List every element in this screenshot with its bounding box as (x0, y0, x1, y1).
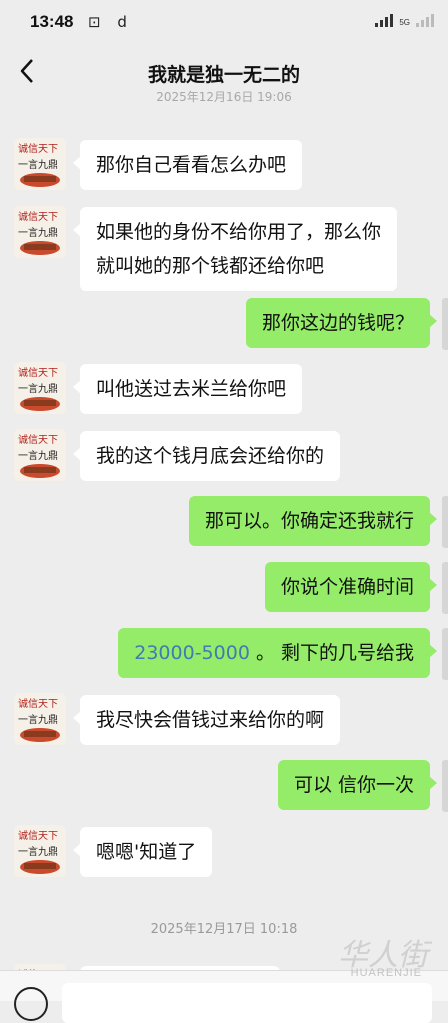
avatar[interactable]: 诚信天下 一言九鼎 (14, 429, 66, 481)
message-bubble[interactable]: 我尽快会借钱过来给你的啊 (72, 695, 341, 745)
message-bubble[interactable]: 你说个准确时间 (264, 562, 438, 612)
message-bubble[interactable]: 可以 信你一次 (277, 760, 438, 810)
svg-text:一言九鼎: 一言九鼎 (18, 845, 58, 858)
my-avatar[interactable] (442, 760, 448, 812)
message-list: 诚信天下 一言九鼎 那你自己看看怎么办吧 诚信天下 一言九鼎 如果他的身份不给你用了… (0, 0, 448, 1000)
avatar[interactable]: 诚信天下 一言九鼎 (14, 206, 66, 258)
message-line: 如果他的身份不给你用了，那么你 (96, 221, 382, 243)
message-line: 就叫她的那个钱都还给你吧 (96, 255, 325, 277)
avatar[interactable]: 诚信天下 一言九鼎 (14, 693, 66, 745)
my-avatar[interactable] (442, 496, 448, 548)
svg-text:一言九鼎: 一言九鼎 (18, 713, 58, 726)
svg-text:一言九鼎: 一言九鼎 (18, 226, 58, 239)
message-bubble[interactable]: 如果他的身份不给你用了，那么你 就叫她的那个钱都还给你吧 (72, 207, 398, 291)
svg-text:诚信天下: 诚信天下 (18, 698, 58, 710)
message-bubble[interactable]: 那你自己看看怎么办吧 (72, 140, 303, 190)
svg-text:一言九鼎: 一言九鼎 (18, 449, 58, 462)
message-bubble[interactable]: 那可以。你确定还我就行 (188, 496, 438, 546)
avatar[interactable]: 诚信天下 一言九鼎 (14, 825, 66, 877)
avatar[interactable]: 诚信天下 一言九鼎 (14, 138, 66, 190)
svg-text:诚信天下: 诚信天下 (18, 367, 58, 379)
message-bubble[interactable]: 那你这边的钱呢？ (245, 298, 438, 348)
watermark-text: HUARENJIE (350, 967, 422, 979)
svg-text:诚信天下: 诚信天下 (18, 143, 58, 155)
svg-text:诚信天下: 诚信天下 (18, 211, 58, 223)
voice-icon[interactable] (14, 987, 48, 1021)
message-bubble[interactable]: 叫他送过去米兰给你吧 (72, 364, 303, 414)
avatar[interactable]: 诚信天下 一言九鼎 (14, 362, 66, 414)
my-avatar[interactable] (442, 628, 448, 680)
message-input[interactable] (62, 983, 432, 1023)
message-bubble[interactable]: 23000-5000 。 剩下的几号给我 (118, 628, 437, 678)
svg-text:一言九鼎: 一言九鼎 (18, 158, 58, 171)
svg-text:诚信天下: 诚信天下 (18, 830, 58, 842)
message-bubble[interactable]: 我的这个钱月底会还给你的 (72, 431, 341, 481)
my-avatar[interactable] (442, 298, 448, 350)
svg-text:一言九鼎: 一言九鼎 (18, 382, 58, 395)
number-link[interactable]: 23000-5000 (134, 642, 250, 664)
svg-text:诚信天下: 诚信天下 (18, 434, 58, 446)
message-bubble[interactable]: 嗯嗯'知道了 (72, 827, 213, 877)
my-avatar[interactable] (442, 562, 448, 614)
message-text: 。 剩下的几号给我 (249, 642, 414, 664)
